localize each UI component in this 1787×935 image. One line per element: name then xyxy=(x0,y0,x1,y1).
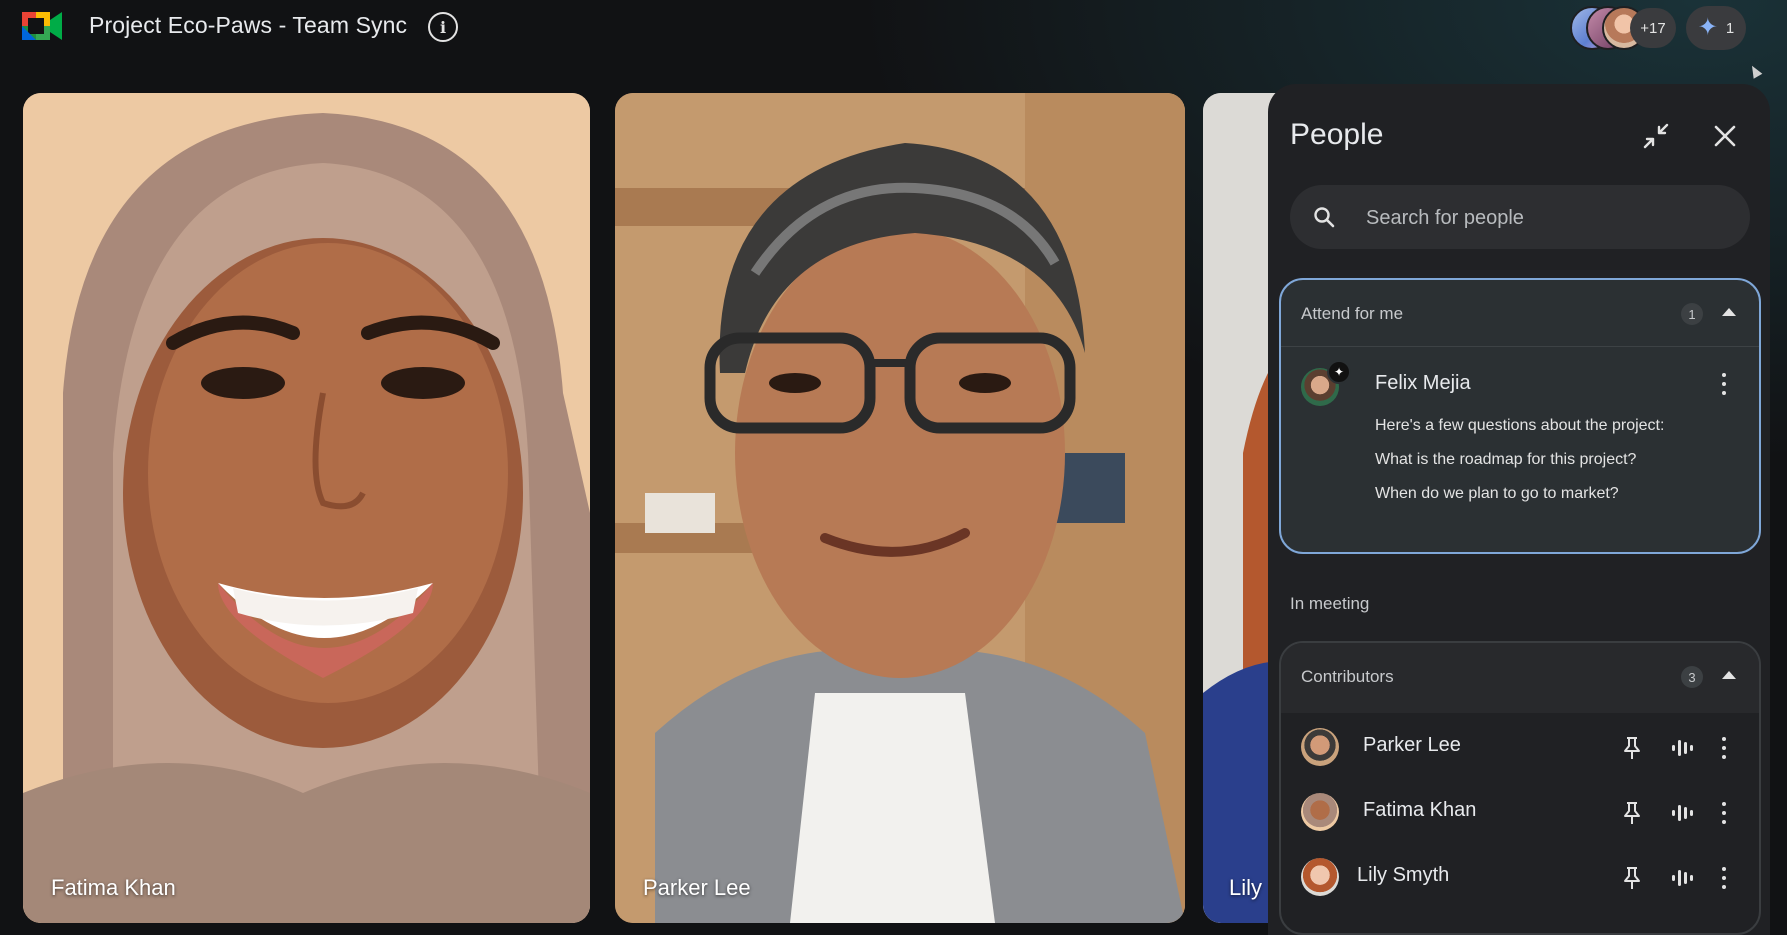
search-box[interactable] xyxy=(1290,185,1750,251)
gemini-button[interactable]: ✦ 1 xyxy=(1686,6,1746,50)
participant-video xyxy=(23,93,590,923)
contributors-label: Contributors xyxy=(1301,667,1394,686)
more-options-icon[interactable] xyxy=(1721,802,1727,824)
top-bar: Project Eco-Paws - Team Sync i +17 ✦ 1 xyxy=(0,0,1787,79)
attend-person-name: Felix Mejia xyxy=(1375,372,1471,394)
participants-more-count: +17 xyxy=(1630,8,1676,48)
contributors-card: Contributors 3 Parker Lee Fatima Khan Li… xyxy=(1279,641,1761,935)
question-line: What is the roadmap for this project? xyxy=(1375,451,1637,468)
tile-name-label: Parker Lee xyxy=(643,875,751,900)
audio-level-icon xyxy=(1672,870,1693,886)
assistant-badge-icon: ✦ xyxy=(1327,360,1351,384)
video-tile-fatima[interactable]: Fatima Khan xyxy=(23,93,590,923)
meet-window: Project Eco-Paws - Team Sync i +17 ✦ 1 F… xyxy=(0,0,1787,935)
chevron-up-icon[interactable] xyxy=(1722,308,1736,316)
search-icon xyxy=(1314,207,1335,228)
contributors-header[interactable]: Contributors 3 xyxy=(1281,643,1759,713)
gemini-count: 1 xyxy=(1725,19,1735,37)
search-input[interactable] xyxy=(1364,185,1738,251)
question-line: Here's a few questions about the project… xyxy=(1375,417,1665,434)
pin-icon[interactable] xyxy=(1621,736,1643,760)
attend-for-me-card: Attend for me 1 ✦ Felix Mejia Here's a f… xyxy=(1279,278,1761,554)
attend-for-me-header[interactable]: Attend for me 1 xyxy=(1281,280,1759,346)
list-item[interactable]: Parker Lee xyxy=(1281,718,1759,778)
attend-count-badge: 1 xyxy=(1681,303,1703,325)
participant-name: Parker Lee xyxy=(1363,734,1461,756)
close-icon[interactable] xyxy=(1705,116,1745,156)
avatar xyxy=(1301,728,1339,766)
list-item[interactable]: Fatima Khan xyxy=(1281,783,1759,843)
more-options-icon[interactable] xyxy=(1721,737,1727,759)
panel-title: People xyxy=(1290,118,1384,151)
avatar xyxy=(1301,858,1339,896)
people-panel: People Attend for me 1 xyxy=(1268,84,1770,935)
meet-logo-icon xyxy=(22,12,62,40)
participant-name: Fatima Khan xyxy=(1363,799,1477,821)
collapse-icon[interactable] xyxy=(1636,116,1676,156)
sparkle-icon: ✦ xyxy=(1697,14,1718,41)
info-icon[interactable]: i xyxy=(428,12,458,42)
attend-for-me-label: Attend for me xyxy=(1301,304,1404,323)
meeting-title: Project Eco-Paws - Team Sync xyxy=(89,12,408,38)
tile-name-label: Fatima Khan xyxy=(51,875,176,900)
audio-level-icon xyxy=(1672,740,1693,756)
audio-level-icon xyxy=(1672,805,1693,821)
participants-avatar-stack[interactable]: +17 xyxy=(1570,6,1680,50)
more-options-icon[interactable] xyxy=(1721,373,1727,395)
list-item[interactable]: Lily Smyth xyxy=(1281,848,1759,908)
in-meeting-label: In meeting xyxy=(1290,594,1370,613)
contributors-count-badge: 3 xyxy=(1681,666,1703,688)
avatar xyxy=(1301,793,1339,831)
more-options-icon[interactable] xyxy=(1721,867,1727,889)
tile-name-label: Lily xyxy=(1229,875,1263,900)
participant-video xyxy=(615,93,1185,923)
question-line: When do we plan to go to market? xyxy=(1375,485,1619,502)
mouse-cursor-icon xyxy=(1747,63,1763,79)
participant-name: Lily Smyth xyxy=(1357,864,1450,886)
chevron-up-icon[interactable] xyxy=(1722,671,1736,679)
video-tile-parker[interactable]: Parker Lee xyxy=(615,93,1185,923)
pin-icon[interactable] xyxy=(1621,866,1643,890)
divider xyxy=(1281,346,1759,347)
pin-icon[interactable] xyxy=(1621,801,1643,825)
